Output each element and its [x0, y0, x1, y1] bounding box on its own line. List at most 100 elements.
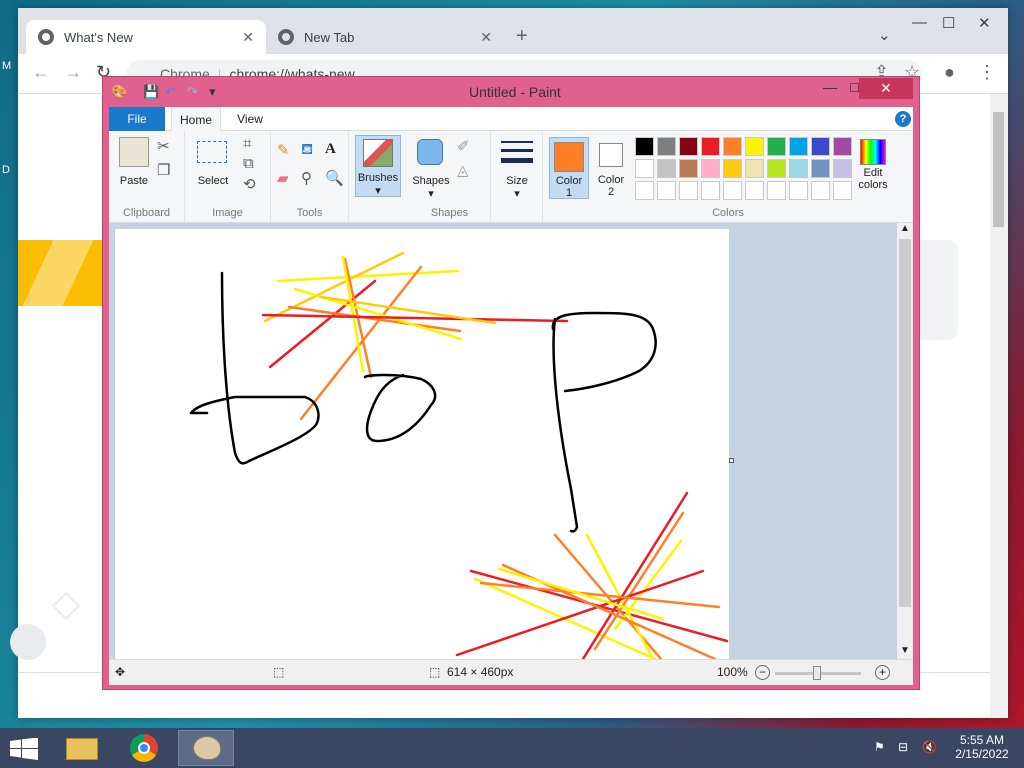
scroll-up-icon[interactable]: ▲ [900, 223, 910, 234]
palette-swatch[interactable] [679, 181, 698, 200]
select-icon[interactable] [197, 141, 227, 163]
palette-swatch[interactable] [745, 181, 764, 200]
paste-button[interactable]: Paste [113, 175, 155, 187]
shapes-icon[interactable] [417, 139, 443, 165]
palette-swatch[interactable] [789, 181, 808, 200]
tab-file[interactable]: File [109, 107, 165, 131]
help-icon[interactable]: ? [895, 111, 911, 127]
palette-swatch[interactable] [679, 137, 698, 156]
copy-icon[interactable]: ❐ [157, 161, 170, 179]
forward-button[interactable]: → [64, 62, 82, 83]
scrollbar-thumb[interactable] [993, 112, 1004, 227]
save-icon[interactable]: 💾 [143, 84, 159, 100]
palette-swatch[interactable] [723, 159, 742, 178]
palette-swatch[interactable] [833, 159, 852, 178]
eraser-icon[interactable]: ▰ [277, 169, 289, 187]
palette-swatch[interactable] [701, 181, 720, 200]
outline-icon[interactable]: ✐ [457, 137, 470, 155]
account-icon[interactable]: ● [944, 62, 955, 83]
clock[interactable]: 5:55 AM 2/15/2022 [950, 733, 1014, 761]
carousel-button[interactable] [10, 624, 46, 660]
palette-swatch[interactable] [811, 159, 830, 178]
color2-button[interactable]: Color 2 [591, 137, 631, 199]
scroll-down-icon[interactable]: ▼ [900, 645, 910, 656]
drawing-canvas[interactable] [115, 229, 729, 661]
chrome-menu-icon[interactable]: ⋮ [978, 62, 996, 83]
resize-icon[interactable]: ⧉ [243, 155, 254, 172]
palette-swatch[interactable] [679, 159, 698, 178]
close-tab-icon[interactable]: ✕ [242, 29, 254, 46]
palette-swatch[interactable] [635, 137, 654, 156]
close-button[interactable]: ✕ [859, 78, 913, 99]
crop-icon[interactable]: ⌗ [243, 135, 251, 152]
palette-swatch[interactable] [701, 137, 720, 156]
brushes-button[interactable]: Brushes ▾ [355, 135, 401, 197]
file-explorer-button[interactable] [54, 730, 110, 766]
start-button[interactable] [10, 737, 38, 763]
close-window-button[interactable]: ✕ [978, 14, 991, 32]
pencil-icon[interactable]: ✎ [277, 141, 290, 159]
palette-swatch[interactable] [767, 181, 786, 200]
minimize-button[interactable]: — [912, 14, 927, 31]
new-tab-button[interactable]: + [516, 25, 528, 48]
palette-swatch[interactable] [635, 159, 654, 178]
colors-group: Color 1 Color 2 Edit colors Colors [543, 131, 913, 223]
palette-swatch[interactable] [723, 181, 742, 200]
zoom-in-button[interactable]: + [875, 665, 890, 680]
tab-search-icon[interactable]: ⌄ [878, 26, 891, 44]
palette-swatch[interactable] [701, 159, 720, 178]
group-label: Shapes [430, 207, 469, 219]
palette-swatch[interactable] [657, 137, 676, 156]
action-center-flag-icon[interactable]: ⚑ [874, 740, 885, 754]
size-group[interactable]: Size ▾ [491, 131, 543, 223]
rotate-icon[interactable]: ⟲ [243, 175, 256, 193]
tab-new-tab[interactable]: New Tab ✕ [266, 20, 504, 54]
chrome-taskbar-button[interactable] [116, 730, 172, 766]
close-tab-icon[interactable]: ✕ [480, 29, 492, 46]
magnifier-icon[interactable]: 🔍 [325, 169, 344, 187]
paint-taskbar-button[interactable] [178, 730, 234, 766]
tab-view[interactable]: View [225, 107, 275, 131]
zoom-out-button[interactable]: − [755, 665, 770, 680]
palette-swatch[interactable] [767, 137, 786, 156]
palette-swatch[interactable] [811, 137, 830, 156]
tab-home[interactable]: Home [171, 107, 221, 131]
text-icon[interactable]: A [325, 141, 336, 158]
redo-icon[interactable]: ↷ [187, 84, 198, 100]
undo-icon[interactable]: ↶ [165, 84, 176, 100]
page-scrollbar[interactable] [990, 94, 1008, 718]
palette-swatch[interactable] [789, 159, 808, 178]
fill-shape-icon[interactable]: ◬ [457, 161, 469, 179]
palette-swatch[interactable] [745, 159, 764, 178]
tab-whats-new[interactable]: What's New ✕ [26, 20, 266, 54]
palette-swatch[interactable] [635, 181, 654, 200]
promo-card [18, 240, 106, 306]
minimize-button[interactable]: — [823, 79, 837, 95]
color1-button[interactable]: Color 1 [549, 137, 589, 199]
network-icon[interactable]: ⊟ [898, 740, 908, 754]
palette-swatch[interactable] [833, 137, 852, 156]
back-button[interactable]: ← [32, 62, 50, 83]
palette-swatch[interactable] [811, 181, 830, 200]
palette-swatch[interactable] [767, 159, 786, 178]
shapes-button[interactable]: Shapes [409, 175, 453, 187]
palette-swatch[interactable] [789, 137, 808, 156]
select-button[interactable]: Select [193, 175, 233, 187]
palette-swatch[interactable] [723, 137, 742, 156]
scrollbar-thumb[interactable] [899, 239, 911, 607]
edit-colors-button[interactable]: Edit colors [857, 137, 889, 199]
resize-handle[interactable] [729, 458, 734, 463]
palette-swatch[interactable] [833, 181, 852, 200]
color-picker-icon[interactable]: ⚲ [301, 169, 312, 187]
paste-icon[interactable] [119, 137, 149, 167]
canvas-vertical-scrollbar[interactable]: ▲ ▼ [897, 223, 913, 659]
fill-icon[interactable]: ⛾ [301, 141, 313, 160]
cut-icon[interactable]: ✂ [157, 137, 170, 155]
volume-muted-icon[interactable]: 🔇 [922, 740, 937, 754]
maximize-button[interactable]: ☐ [942, 14, 955, 32]
zoom-slider-thumb[interactable] [813, 666, 821, 680]
palette-swatch[interactable] [745, 137, 764, 156]
palette-swatch[interactable] [657, 181, 676, 200]
customize-qat-icon[interactable]: ▾ [209, 84, 216, 100]
palette-swatch[interactable] [657, 159, 676, 178]
